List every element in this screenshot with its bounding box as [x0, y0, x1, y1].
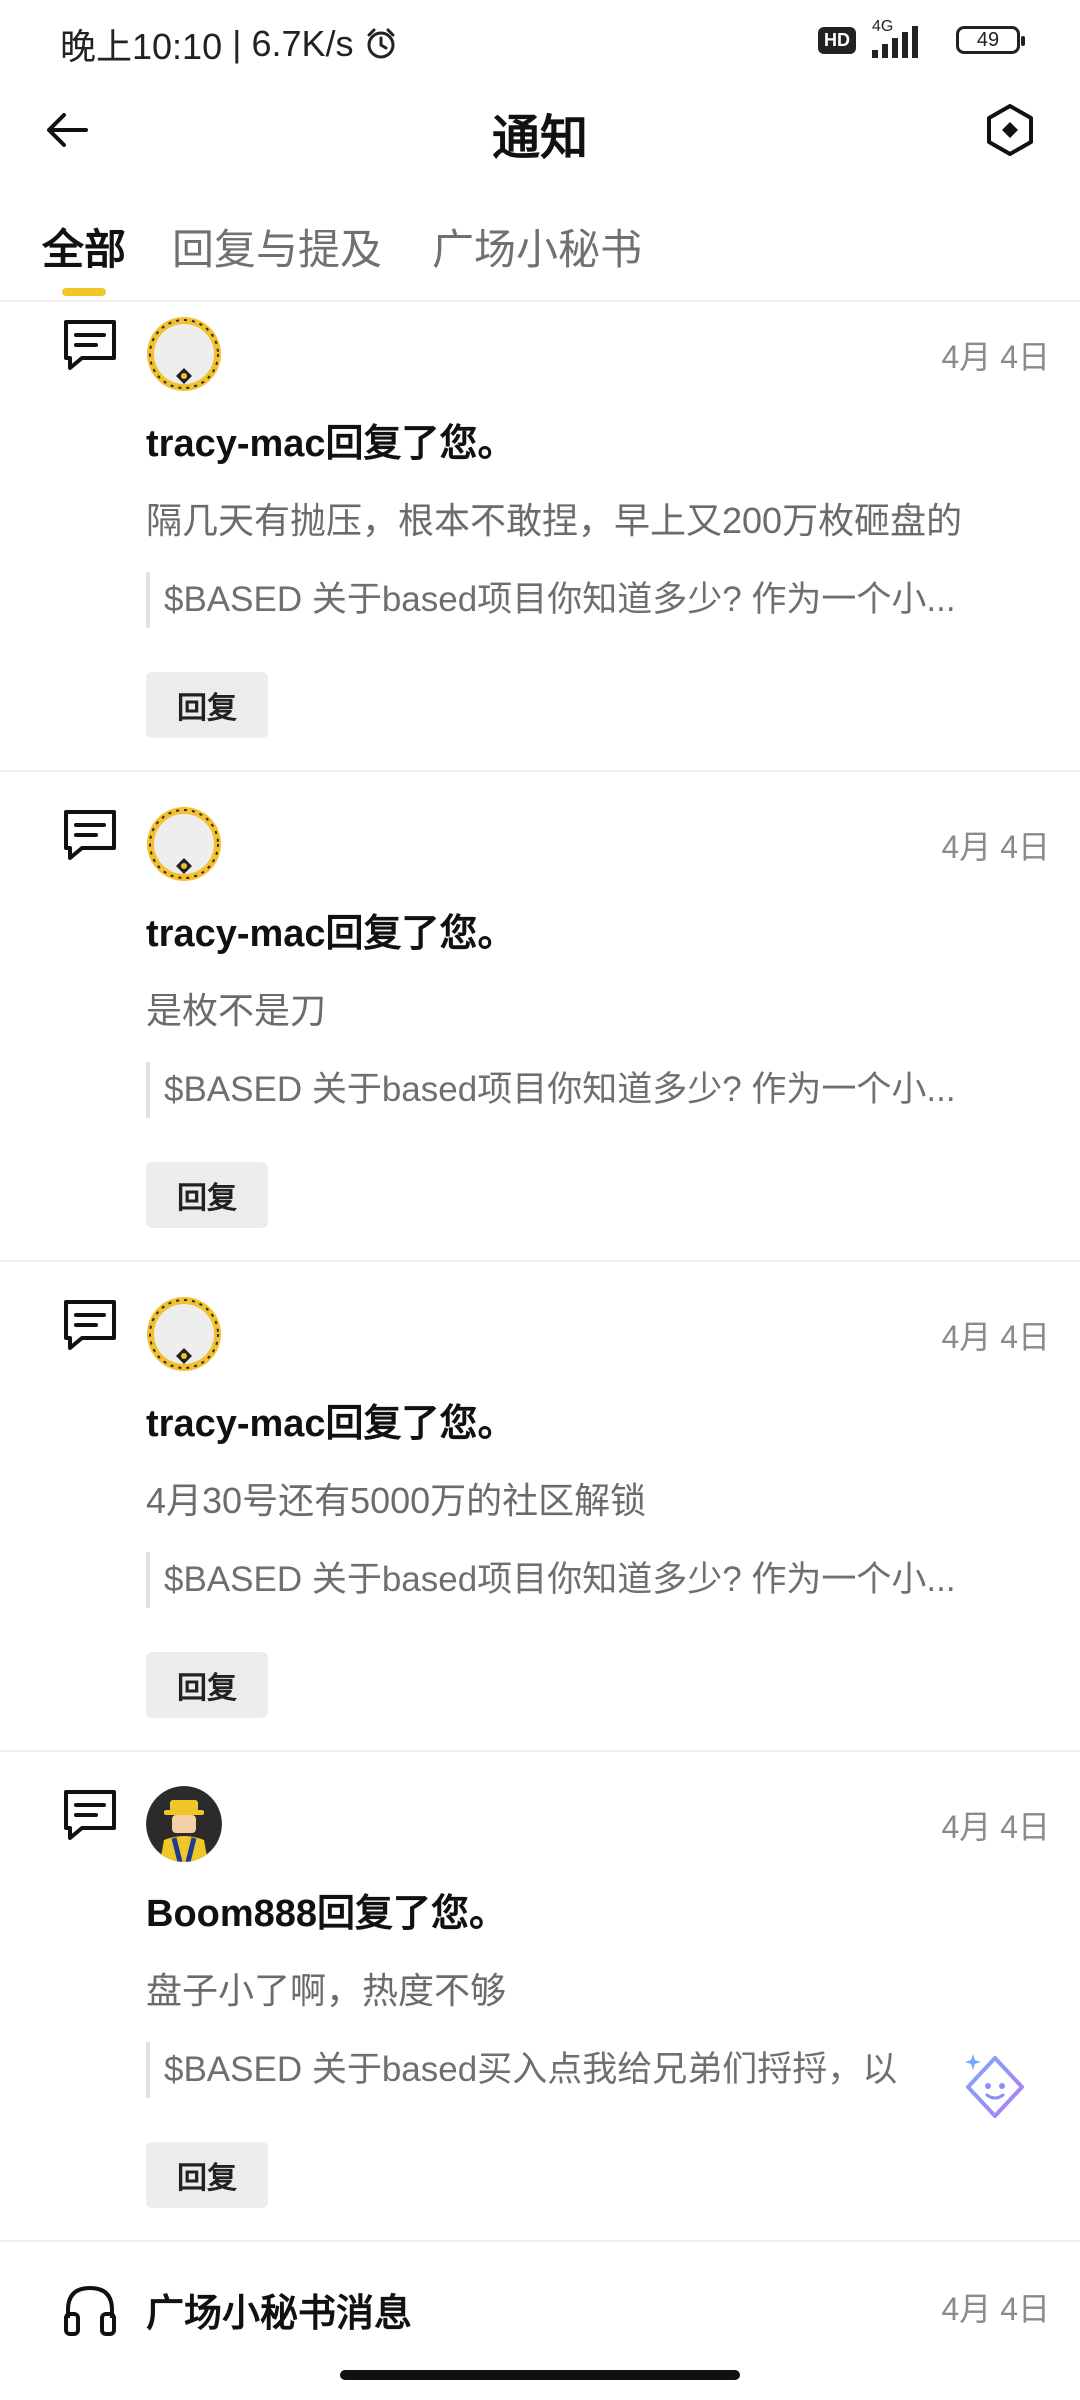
- hd-badge: HD: [818, 26, 856, 54]
- notification-title: tracy-mac回复了您。: [146, 913, 516, 955]
- quoted-post[interactable]: $BASED 关于based项目你知道多少? 作为一个小...: [146, 572, 1016, 628]
- avatar-image: [147, 807, 221, 881]
- reply-button[interactable]: 回复: [146, 1162, 268, 1228]
- settings-button[interactable]: [980, 100, 1040, 160]
- comment-icon: [64, 320, 116, 370]
- notification-card[interactable]: 4月 4日 tracy-mac回复了您。 4月30号还有5000万的社区解锁 $…: [0, 1282, 1080, 1752]
- notification-date: 4月 4日: [941, 1809, 1051, 1845]
- signal-icon: 4G: [870, 18, 942, 60]
- avatar[interactable]: [146, 316, 222, 392]
- comment-icon: [64, 810, 116, 860]
- avatar-image: [147, 317, 221, 391]
- quoted-post[interactable]: $BASED 关于based项目你知道多少? 作为一个小...: [146, 1062, 1016, 1118]
- secretary-message-row[interactable]: 广场小秘书消息 4月 4日: [0, 2240, 1080, 2360]
- tab-square-secretary[interactable]: 广场小秘书: [432, 216, 642, 277]
- notification-body: 4月30号还有5000万的社区解锁: [146, 1480, 647, 1521]
- status-left: 晚上10:10 | 6.7K/s: [60, 18, 398, 70]
- notification-date: 4月 4日: [941, 1319, 1051, 1355]
- notification-date: 4月 4日: [941, 829, 1051, 865]
- notification-card[interactable]: 4月 4日 Boom888回复了您。 盘子小了啊，热度不够 $BASED 关于b…: [0, 1772, 1080, 2242]
- quoted-post[interactable]: $BASED 关于based项目你知道多少? 作为一个小...: [146, 1552, 1016, 1608]
- battery-icon: 49: [956, 26, 1025, 54]
- page-title: 通知: [491, 112, 588, 165]
- notification-title: tracy-mac回复了您。: [146, 1403, 516, 1445]
- app-header: 通知: [0, 84, 1080, 176]
- secretary-date: 4月 4日: [941, 2291, 1051, 2327]
- notification-card[interactable]: 4月 4日 tracy-mac回复了您。 是枚不是刀 $BASED 关于base…: [0, 792, 1080, 1262]
- status-bar: 晚上10:10 | 6.7K/s HD 4G 49: [0, 0, 1080, 84]
- comment-icon: [64, 1790, 116, 1840]
- sparkle-face-icon: [965, 2054, 1024, 2118]
- tab-all[interactable]: 全部: [42, 216, 126, 277]
- reply-button[interactable]: 回复: [146, 2142, 268, 2208]
- status-divider: |: [232, 23, 242, 64]
- avatar[interactable]: [146, 1786, 222, 1862]
- avatar[interactable]: [146, 1296, 222, 1372]
- headset-icon: [64, 2285, 116, 2336]
- notification-title: tracy-mac回复了您。: [146, 423, 516, 465]
- battery-level: 49: [976, 28, 1000, 51]
- reply-button[interactable]: 回复: [146, 672, 268, 738]
- status-right: HD 4G 49: [818, 18, 1025, 60]
- ai-assistant-button[interactable]: [958, 2050, 1032, 2124]
- avatar-image: [146, 1786, 222, 1862]
- tab-replies-mentions[interactable]: 回复与提及: [172, 216, 382, 277]
- notification-body: 盘子小了啊，热度不够: [146, 1970, 507, 2011]
- quoted-post[interactable]: $BASED 关于based买入点我给兄弟们捋捋，以: [146, 2042, 946, 2098]
- active-tab-indicator: [62, 288, 106, 296]
- reply-button[interactable]: 回复: [146, 1652, 268, 1718]
- avatar-image: [147, 1297, 221, 1371]
- status-time: 晚上10:10: [60, 26, 223, 67]
- secretary-label: 广场小秘书消息: [146, 2293, 413, 2335]
- status-speed: 6.7K/s: [251, 23, 354, 64]
- notification-body: 隔几天有抛压，根本不敢捏，早上又200万枚砸盘的: [146, 500, 963, 541]
- tab-bar: 全部 回复与提及 广场小秘书: [0, 200, 1080, 302]
- alarm-icon: [367, 28, 395, 59]
- avatar[interactable]: [146, 806, 222, 882]
- notification-body: 是枚不是刀: [146, 990, 327, 1031]
- hexagon-settings-icon: [987, 104, 1033, 156]
- notification-title: Boom888回复了您。: [146, 1893, 508, 1935]
- notification-date: 4月 4日: [941, 339, 1051, 375]
- home-indicator[interactable]: [340, 2370, 740, 2380]
- notification-card[interactable]: 4月 4日 tracy-mac回复了您。 隔几天有抛压，根本不敢捏，早上又200…: [0, 302, 1080, 772]
- comment-icon: [64, 1300, 116, 1350]
